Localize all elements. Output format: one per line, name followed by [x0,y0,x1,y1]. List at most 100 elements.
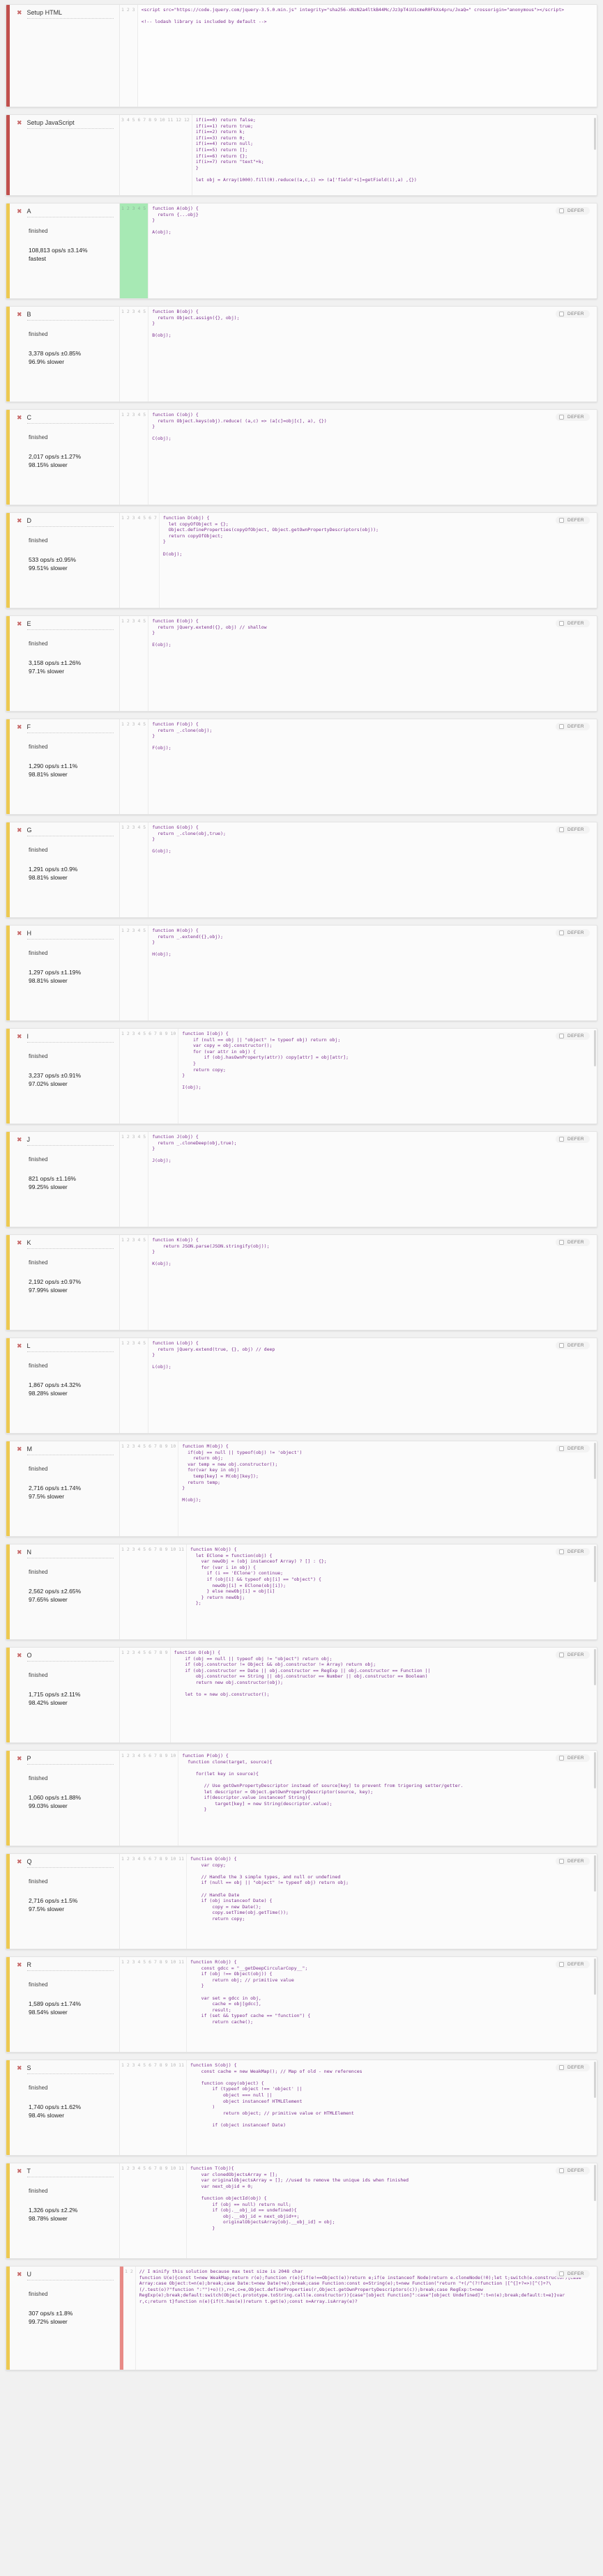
defer-toggle[interactable]: DEFER [555,1651,590,1659]
code-text[interactable]: function S(obj) { const cache = new Weak… [187,2060,597,2155]
code-text[interactable]: function H(obj) { return _.extend({},obj… [148,926,597,1020]
defer-toggle[interactable]: DEFER [555,1754,590,1762]
defer-checkbox[interactable] [558,1549,564,1554]
test-name-input[interactable]: A [26,208,114,217]
remove-icon[interactable]: ✖ [17,1136,22,1144]
editor-scrollbar[interactable] [594,1030,596,1066]
test-code-editor[interactable]: 1 2 3 4 5 function A(obj) { return {...ob… [120,204,597,298]
defer-toggle[interactable]: DEFER [555,516,590,524]
test-code-editor[interactable]: 1 2// I minify this solution because max… [120,2267,597,2370]
defer-toggle[interactable]: DEFER [555,2270,590,2278]
defer-checkbox[interactable] [558,1859,564,1864]
test-code-editor[interactable]: 1 2 3 4 5 function F(obj) { return _.clon… [120,719,597,814]
code-text[interactable]: function F(obj) { return _.clone(obj); }… [148,719,597,814]
test-code-editor[interactable]: 1 2 3 4 5 6 7 function D(obj) { let copyO… [120,513,597,608]
test-name-input[interactable]: K [26,1239,114,1249]
setup-js-editor[interactable]: 3 4 5 6 7 8 9 10 11 12 12 if(i==0) retur… [120,115,597,195]
test-code-editor[interactable]: 1 2 3 4 5 function G(obj) { return _.clon… [120,822,597,917]
remove-icon[interactable]: ✖ [17,930,22,938]
code-text[interactable]: function K(obj) { return JSON.parse(JSON… [148,1235,597,1330]
test-code-editor[interactable]: 1 2 3 4 5 function L(obj) { return jQuery… [120,1338,597,1433]
defer-toggle[interactable]: DEFER [555,310,590,318]
code-text[interactable]: function O(obj) { if (obj == null || typ… [171,1648,597,1742]
code-text[interactable]: function T(obj){ var clonedObjectsArray … [187,2163,597,2258]
defer-checkbox[interactable] [558,312,564,316]
setup-html-editor[interactable]: 1 2 3 <script src="https://code.jquery.c… [120,5,597,107]
defer-checkbox[interactable] [558,1343,564,1348]
test-name-input[interactable]: I [26,1033,114,1043]
code-text[interactable]: // I minify this solution because max te… [136,2267,597,2370]
test-name-input[interactable]: U [26,2271,114,2280]
editor-scrollbar[interactable] [594,2165,596,2201]
remove-icon[interactable]: ✖ [17,1033,22,1041]
test-code-editor[interactable]: 1 2 3 4 5 function K(obj) { return JSON.p… [120,1235,597,1330]
remove-icon[interactable]: ✖ [17,517,22,526]
code-text[interactable]: function M(obj) { if(obj == null || type… [178,1441,597,1536]
remove-icon[interactable]: ✖ [17,723,22,732]
test-code-editor[interactable]: 1 2 3 4 5 6 7 8 9 10 11 function S(obj) {… [120,2060,597,2155]
defer-checkbox[interactable] [558,930,564,935]
defer-checkbox[interactable] [558,724,564,729]
defer-checkbox[interactable] [558,1962,564,1967]
defer-toggle[interactable]: DEFER [555,826,590,834]
editor-scrollbar[interactable] [594,1546,596,1582]
code-text[interactable]: function G(obj) { return _.clone(obj,tru… [148,822,597,917]
test-name-input[interactable]: D [26,517,114,527]
test-name-input[interactable]: J [26,1136,114,1146]
defer-checkbox[interactable] [558,2168,564,2173]
defer-checkbox[interactable] [558,208,564,213]
remove-icon[interactable]: ✖ [17,2168,22,2176]
test-name-input[interactable]: O [26,1652,114,1662]
defer-toggle[interactable]: DEFER [555,620,590,627]
test-name-input[interactable]: G [26,827,114,836]
remove-icon[interactable]: ✖ [17,2271,22,2279]
defer-toggle[interactable]: DEFER [555,1548,590,1556]
defer-toggle[interactable]: DEFER [555,1445,590,1452]
code-text[interactable]: function J(obj) { return _.cloneDeep(obj… [148,1132,597,1227]
test-code-editor[interactable]: 1 2 3 4 5 6 7 8 9 10 11 function T(obj){ … [120,2163,597,2258]
defer-toggle[interactable]: DEFER [555,2064,590,2071]
editor-scrollbar[interactable] [594,2062,596,2098]
test-name-input[interactable]: R [26,1961,114,1971]
editor-scrollbar[interactable] [594,1958,596,1995]
code-text[interactable]: function A(obj) { return {...obj} } A(ob… [148,204,597,298]
test-code-editor[interactable]: 1 2 3 4 5 function E(obj) { return jQuery… [120,616,597,711]
defer-toggle[interactable]: DEFER [555,1857,590,1865]
defer-toggle[interactable]: DEFER [555,2167,590,2175]
defer-toggle[interactable]: DEFER [555,1032,590,1040]
test-name-input[interactable]: E [26,620,114,630]
remove-icon[interactable]: ✖ [17,1755,22,1763]
code-text[interactable]: function P(obj) { function clone(target,… [178,1751,597,1846]
remove-icon[interactable]: ✖ [17,414,22,422]
remove-icon[interactable]: ✖ [17,620,22,629]
code-text[interactable]: function R(obj) { const gdcc = "__getDee… [187,1957,597,2052]
test-name-input[interactable]: M [26,1446,114,1455]
remove-icon[interactable]: ✖ [17,1342,22,1351]
defer-checkbox[interactable] [558,2065,564,2070]
test-code-editor[interactable]: 1 2 3 4 5 function C(obj) { return Object… [120,410,597,505]
code-text[interactable]: function N(obj) { let EClone = function(… [187,1544,597,1639]
code-text[interactable]: function C(obj) { return Object.keys(obj… [148,410,597,505]
defer-toggle[interactable]: DEFER [555,1135,590,1143]
test-code-editor[interactable]: 1 2 3 4 5 6 7 8 9 function O(obj) { if (o… [120,1648,597,1742]
defer-checkbox[interactable] [558,1756,564,1761]
defer-toggle[interactable]: DEFER [555,207,590,215]
test-name-input[interactable]: C [26,414,114,424]
setup-html-code[interactable]: <script src="https://code.jquery.com/jqu… [138,5,597,107]
editor-scrollbar[interactable] [594,1752,596,1788]
test-name-input[interactable]: B [26,311,114,321]
test-code-editor[interactable]: 1 2 3 4 5 6 7 8 9 10 11 function N(obj) {… [120,1544,597,1639]
remove-icon[interactable]: ✖ [17,1961,22,1970]
defer-toggle[interactable]: DEFER [555,723,590,730]
code-text[interactable]: function L(obj) { return jQuery.extend(t… [148,1338,597,1433]
code-text[interactable]: function B(obj) { return Object.assign({… [148,307,597,401]
defer-checkbox[interactable] [558,827,564,832]
defer-checkbox[interactable] [558,1034,564,1038]
test-code-editor[interactable]: 1 2 3 4 5 function B(obj) { return Object… [120,307,597,401]
defer-checkbox[interactable] [558,1446,564,1451]
test-code-editor[interactable]: 1 2 3 4 5 6 7 8 9 10 function M(obj) { if… [120,1441,597,1536]
test-code-editor[interactable]: 1 2 3 4 5 6 7 8 9 10 11 function R(obj) {… [120,1957,597,2052]
test-name-input[interactable]: H [26,930,114,940]
defer-toggle[interactable]: DEFER [555,1961,590,1968]
code-text[interactable]: function E(obj) { return jQuery.extend({… [148,616,597,711]
